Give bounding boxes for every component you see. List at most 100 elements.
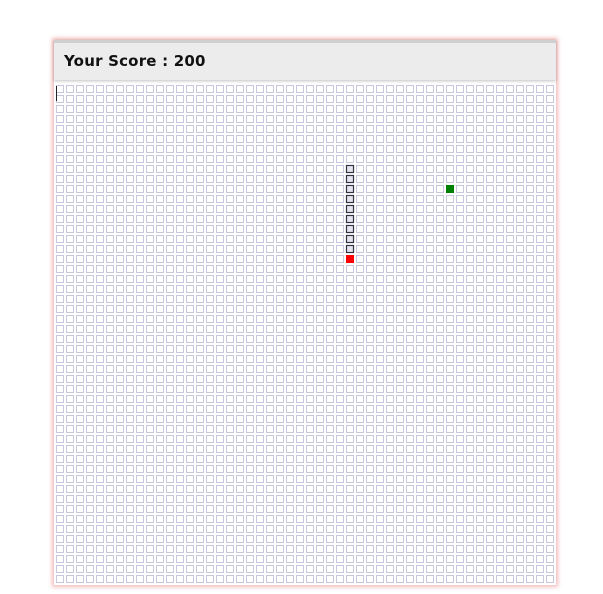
grid-cell [526, 475, 534, 483]
grid-cell [326, 165, 334, 173]
grid-cell [216, 115, 224, 123]
grid-cell [436, 455, 444, 463]
grid-cell [236, 95, 244, 103]
grid-cell [146, 425, 154, 433]
grid-cell [376, 245, 384, 253]
grid-cell [376, 415, 384, 423]
grid-cell [456, 185, 464, 193]
grid-cell [406, 565, 414, 573]
grid-cell [396, 175, 404, 183]
grid-cell [226, 275, 234, 283]
grid-cell [386, 245, 394, 253]
grid-cell [466, 95, 474, 103]
grid-cell [476, 575, 484, 583]
grid-cell [426, 495, 434, 503]
grid-cell [106, 475, 114, 483]
grid-cell [536, 455, 544, 463]
grid-cell [236, 285, 244, 293]
grid-cell [496, 115, 504, 123]
grid-cell [436, 145, 444, 153]
grid-cell [246, 345, 254, 353]
grid-cell [246, 165, 254, 173]
grid-cell [476, 335, 484, 343]
grid-cell [426, 95, 434, 103]
grid-cell [216, 285, 224, 293]
grid-cell [396, 195, 404, 203]
grid-cell [146, 515, 154, 523]
grid-cell [206, 235, 214, 243]
grid-cell [96, 575, 104, 583]
grid-cell [526, 145, 534, 153]
grid-cell [346, 125, 354, 133]
grid-cell [316, 565, 324, 573]
grid-cell [346, 565, 354, 573]
grid-cell [356, 455, 364, 463]
grid-cell [346, 485, 354, 493]
game-board[interactable] [54, 83, 556, 585]
grid-cell [256, 515, 264, 523]
grid-cell [156, 185, 164, 193]
grid-cell [186, 245, 194, 253]
grid-cell [196, 175, 204, 183]
grid-cell [406, 275, 414, 283]
grid-cell [156, 455, 164, 463]
grid-cell [136, 95, 144, 103]
grid-cell [336, 305, 344, 313]
grid-cell [96, 315, 104, 323]
grid-cell [146, 235, 154, 243]
grid-cell [96, 425, 104, 433]
grid-cell [216, 155, 224, 163]
grid-cell [376, 375, 384, 383]
grid-cell [146, 505, 154, 513]
grid-cell [416, 105, 424, 113]
grid-cell [306, 265, 314, 273]
grid-cell [176, 395, 184, 403]
grid-cell [206, 475, 214, 483]
grid-cell [536, 325, 544, 333]
grid-cell [196, 375, 204, 383]
grid-cell [76, 195, 84, 203]
grid-cell [226, 105, 234, 113]
grid-cell [376, 255, 384, 263]
grid-cell [326, 355, 334, 363]
grid-cell [56, 165, 64, 173]
grid-cell [326, 145, 334, 153]
grid-cell [406, 255, 414, 263]
grid-cell [126, 215, 134, 223]
grid-cell [276, 455, 284, 463]
grid-cell [416, 125, 424, 133]
grid-cell [526, 115, 534, 123]
grid-cell [416, 405, 424, 413]
grid-cell [466, 535, 474, 543]
grid-cell [366, 425, 374, 433]
grid-cell [486, 455, 494, 463]
grid-cell [96, 455, 104, 463]
grid-cell [536, 515, 544, 523]
grid-cell [346, 495, 354, 503]
grid-cell [186, 545, 194, 553]
grid-cell [256, 285, 264, 293]
grid-cell [516, 145, 524, 153]
grid-cell [516, 105, 524, 113]
grid-cell [286, 175, 294, 183]
grid-cell [366, 365, 374, 373]
grid-cell [416, 545, 424, 553]
grid-cell [116, 445, 124, 453]
grid-cell [116, 375, 124, 383]
grid-cell [426, 135, 434, 143]
grid-cell [186, 365, 194, 373]
grid-cell [246, 335, 254, 343]
grid-cell [546, 575, 554, 583]
grid-cell [456, 265, 464, 273]
grid-cell [156, 325, 164, 333]
grid-cell [316, 175, 324, 183]
grid-cell [206, 315, 214, 323]
grid-cell [296, 135, 304, 143]
grid-cell [106, 215, 114, 223]
grid-cell [416, 285, 424, 293]
grid-cell [136, 225, 144, 233]
grid-cell [476, 495, 484, 503]
grid-cell [446, 375, 454, 383]
grid-cell [456, 175, 464, 183]
grid-cell [536, 475, 544, 483]
